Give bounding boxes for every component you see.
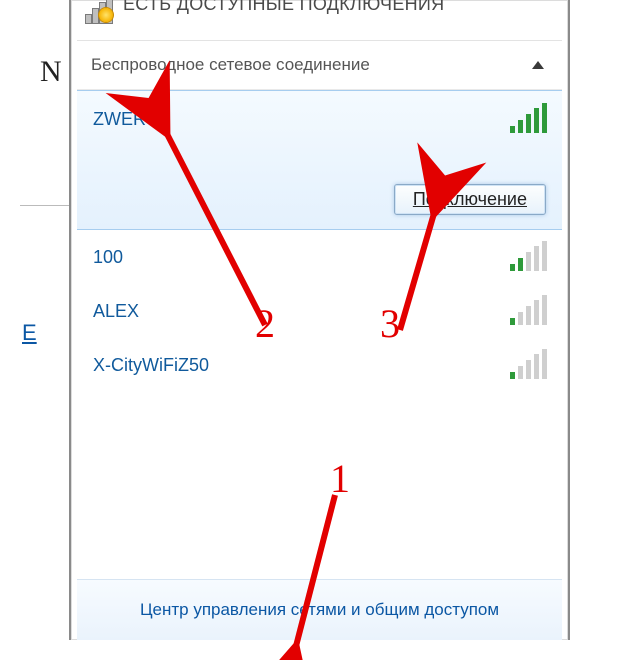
signal-strength-icon bbox=[510, 243, 548, 271]
network-item-100[interactable]: 100 bbox=[77, 230, 562, 284]
network-ssid: ALEX bbox=[93, 301, 139, 322]
signal-strength-icon bbox=[510, 351, 548, 379]
network-center-link[interactable]: Центр управления сетями и общим доступом bbox=[77, 579, 562, 640]
bg-divider bbox=[20, 205, 70, 206]
chevron-up-icon bbox=[532, 61, 544, 69]
wireless-section-header[interactable]: Беспроводное сетевое соединение bbox=[77, 41, 562, 90]
network-flyout: ЕСТЬ ДОСТУПНЫЕ ПОДКЛЮЧЕНИЯ Беспроводное … bbox=[69, 0, 570, 640]
network-item-alex[interactable]: ALEX bbox=[77, 284, 562, 338]
section-title: Беспроводное сетевое соединение bbox=[91, 55, 370, 75]
flyout-header: ЕСТЬ ДОСТУПНЫЕ ПОДКЛЮЧЕНИЯ bbox=[77, 0, 562, 41]
network-ssid: ZWER bbox=[93, 109, 146, 130]
network-list: ZWER Подключение 100 ALEX X-CityWiFi bbox=[77, 90, 562, 392]
network-item-zwer[interactable]: ZWER Подключение bbox=[77, 90, 562, 230]
background-page: N E bbox=[10, 55, 70, 605]
connect-button[interactable]: Подключение bbox=[394, 184, 546, 215]
network-item-xcity[interactable]: X-CityWiFiZ50 bbox=[77, 338, 562, 392]
signal-strength-icon bbox=[510, 297, 548, 325]
header-status: ЕСТЬ ДОСТУПНЫЕ ПОДКЛЮЧЕНИЯ bbox=[123, 0, 444, 15]
signal-strength-icon bbox=[510, 105, 548, 133]
network-ssid: 100 bbox=[93, 247, 123, 268]
bg-link-fragment: E bbox=[22, 320, 37, 346]
network-ssid: X-CityWiFiZ50 bbox=[93, 355, 209, 376]
network-available-icon bbox=[85, 0, 115, 26]
bg-text: N bbox=[40, 55, 62, 89]
footer-link-text: Центр управления сетями и общим доступом bbox=[140, 600, 499, 620]
